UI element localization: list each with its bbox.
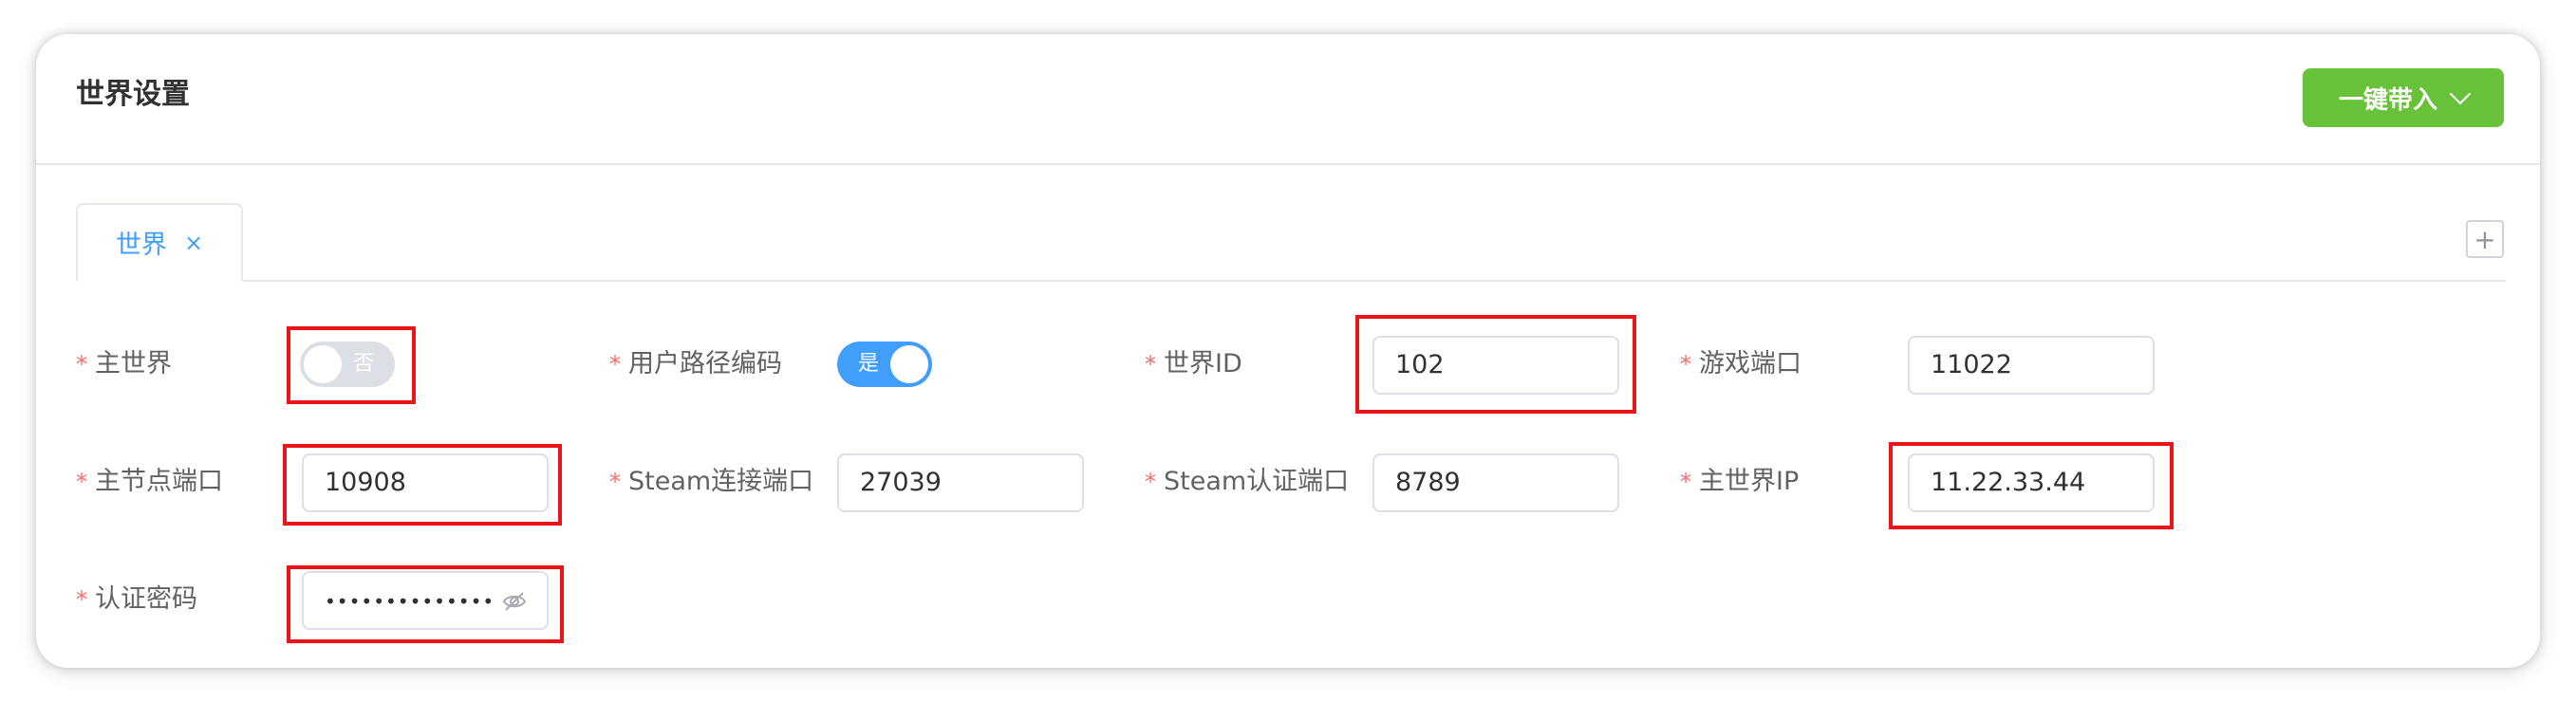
required-mark: * [76, 351, 87, 378]
tab-world[interactable]: 世界 × [76, 203, 243, 282]
add-tab-button[interactable]: + [2466, 220, 2504, 258]
label-text: Steam认证端口 [1164, 467, 1350, 496]
master-node-port-label: * 主节点端口 [76, 463, 223, 501]
eye-off-icon[interactable] [501, 588, 528, 615]
required-mark: * [76, 469, 87, 495]
label-text: 用户路径编码 [628, 349, 782, 379]
main-world-ip-input[interactable]: 11.22.33.44 [1908, 453, 2155, 512]
page-title: 世界设置 [76, 78, 190, 111]
label-text: 游戏端口 [1699, 349, 1801, 379]
password-dots: •••••••••••••• [325, 590, 495, 613]
switch-knob [890, 345, 928, 383]
tab-label: 世界 [115, 231, 167, 260]
label-text: Steam连接端口 [628, 467, 814, 496]
switch-text: 否 [352, 352, 374, 376]
game-port-input[interactable]: 11022 [1908, 336, 2155, 395]
world-settings-card: 世界设置 一键带入 世界 × + * 主世界 否 * 用户路径编码 是 * 世界ID … [36, 34, 2540, 668]
required-mark: * [609, 351, 621, 378]
required-mark: * [1145, 469, 1156, 495]
master-node-port-input[interactable]: 10908 [302, 453, 549, 512]
main-world-ip-label: * 主世界IP [1680, 463, 1799, 501]
steam-connect-port-label: * Steam连接端口 [609, 463, 813, 501]
user-path-encoding-label: * 用户路径编码 [609, 345, 782, 383]
one-click-import-button[interactable]: 一键带入 [2303, 68, 2504, 127]
switch-knob [304, 345, 342, 383]
close-icon[interactable]: × [184, 230, 203, 256]
auth-password-label: * 认证密码 [76, 581, 197, 619]
steam-auth-port-label: * Steam认证端口 [1145, 463, 1349, 501]
import-button-label: 一键带入 [2338, 85, 2437, 115]
world-id-input[interactable]: 102 [1372, 336, 1619, 395]
chevron-down-icon [2449, 83, 2472, 105]
main-world-label: * 主世界 [76, 345, 172, 383]
card-header: 世界设置 一键带入 [36, 34, 2540, 165]
label-text: 主节点端口 [95, 467, 223, 496]
label-text: 主世界IP [1699, 467, 1800, 496]
required-mark: * [1680, 469, 1691, 495]
main-world-switch[interactable]: 否 [300, 342, 395, 387]
world-id-label: * 世界ID [1145, 345, 1242, 383]
required-mark: * [1680, 351, 1691, 378]
user-path-encoding-switch[interactable]: 是 [837, 342, 932, 387]
label-text: 认证密码 [95, 584, 197, 614]
required-mark: * [609, 469, 621, 495]
steam-connect-port-input[interactable]: 27039 [837, 453, 1084, 512]
label-text: 世界ID [1164, 349, 1242, 379]
required-mark: * [76, 586, 87, 613]
required-mark: * [1145, 351, 1156, 378]
tabs-divider [76, 280, 2506, 282]
game-port-label: * 游戏端口 [1680, 345, 1801, 383]
switch-text: 是 [858, 352, 880, 376]
auth-password-input[interactable]: •••••••••••••• [302, 571, 549, 630]
steam-auth-port-input[interactable]: 8789 [1372, 453, 1619, 512]
label-text: 主世界 [95, 349, 172, 379]
